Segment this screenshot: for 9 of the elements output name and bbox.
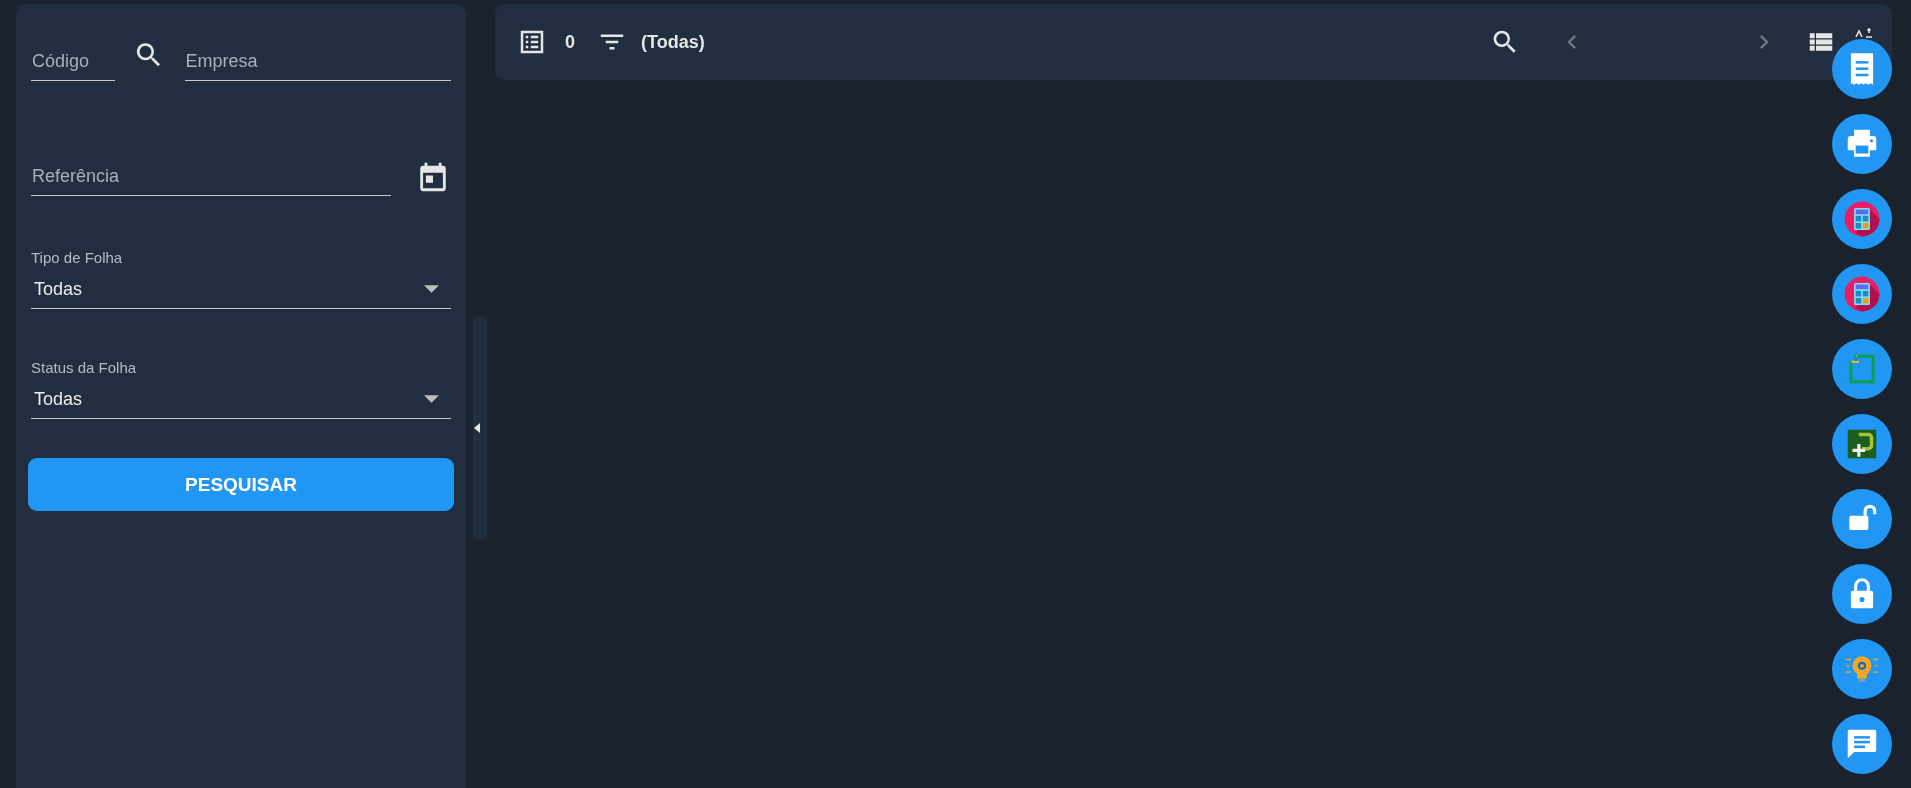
reference-field[interactable]: Referência [31,164,391,196]
filter-label: (Todas) [641,31,705,53]
dropdown[interactable]: Todas [31,270,451,309]
record-count: 0 [565,31,575,53]
field-label: Status da Folha [31,359,138,376]
dropdown[interactable]: Todas [31,380,451,419]
company-field[interactable]: Empresa [184,49,451,81]
code-field[interactable]: Código [31,49,115,81]
field-label: Tipo de Folha [31,249,124,266]
